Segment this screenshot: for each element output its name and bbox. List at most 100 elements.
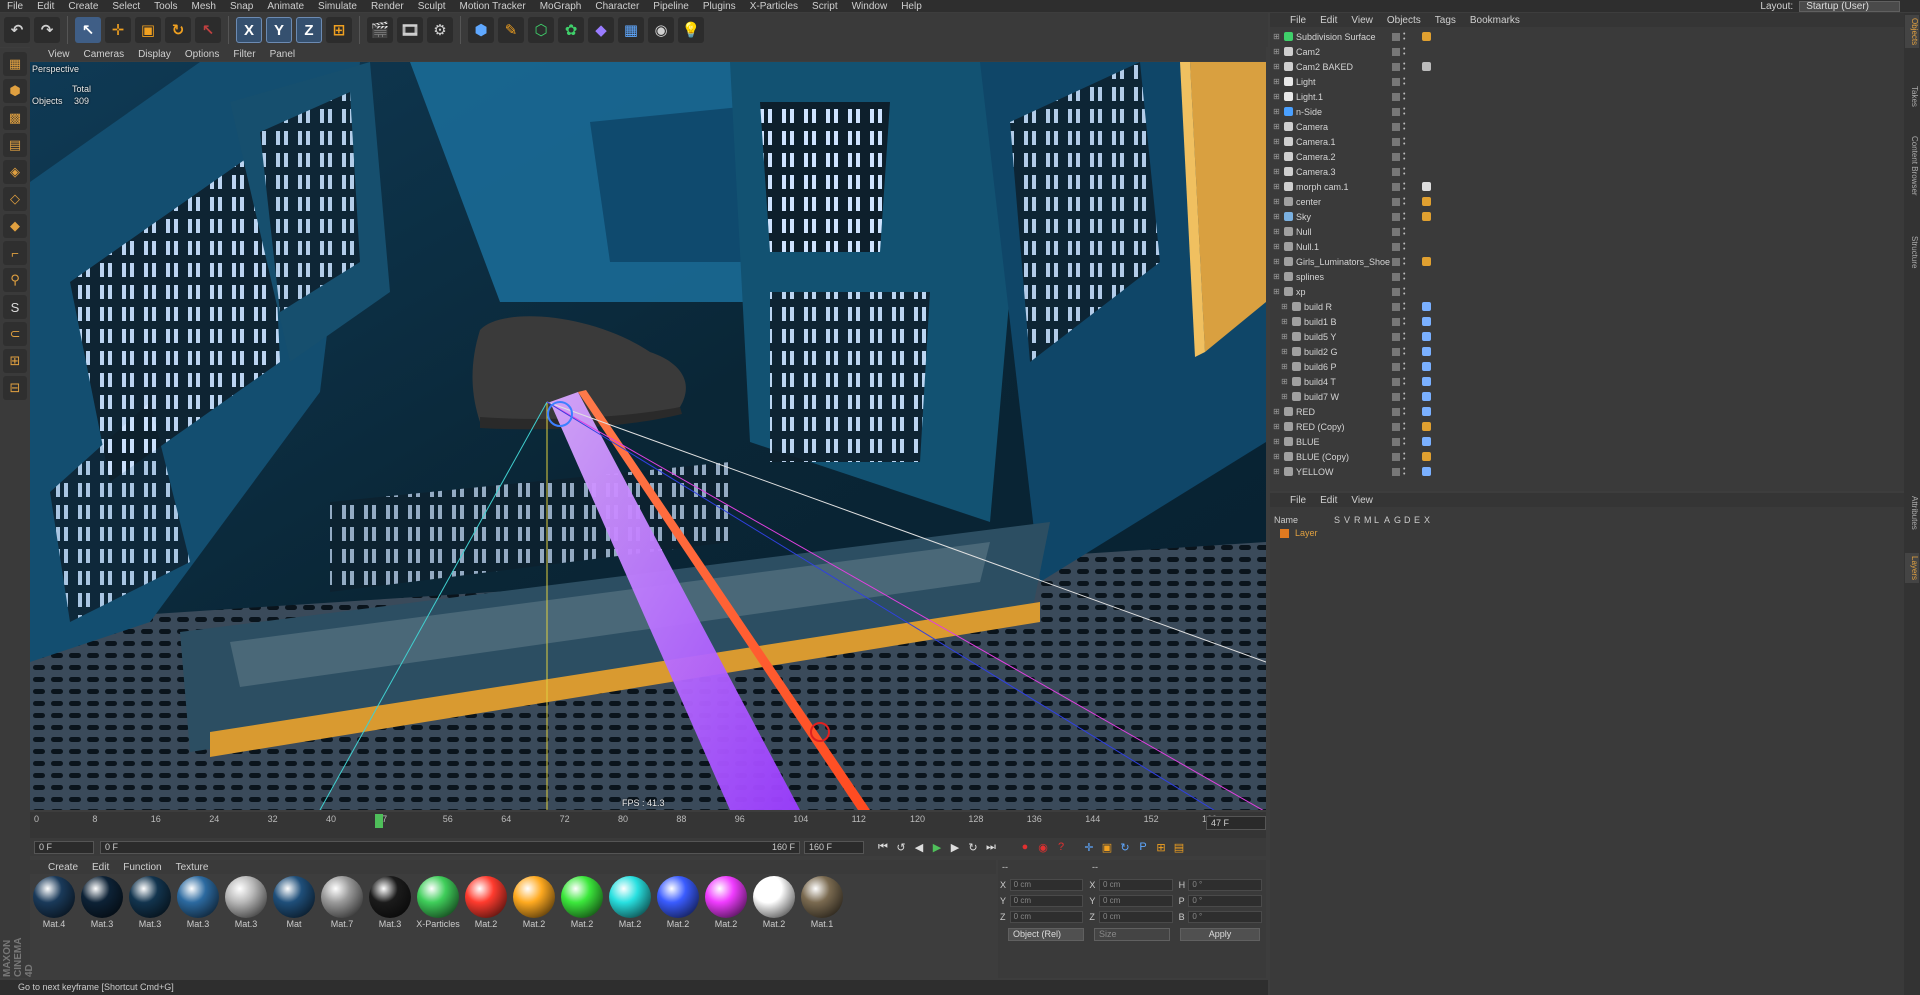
menu-item-character[interactable]: Character [588,1,646,12]
menu-item-simulate[interactable]: Simulate [311,1,364,12]
object-row[interactable]: ⊞ morph cam.1 • • [1270,179,1904,194]
object-name[interactable]: build4 T [1304,377,1336,387]
material-preview[interactable] [177,876,219,918]
object-row[interactable]: ⊞ Cam2 BAKED • • [1270,59,1904,74]
make-editable-icon[interactable]: ▦ [3,52,27,76]
menu-item-x-particles[interactable]: X-Particles [743,1,805,12]
object-name[interactable]: RED [1296,407,1315,417]
material-swatch[interactable]: Mat.3 [80,876,124,976]
expand-icon[interactable]: ⊞ [1281,317,1288,326]
material-swatch[interactable]: Mat.3 [368,876,412,976]
material-preview[interactable] [753,876,795,918]
redo-icon[interactable]: ↷ [34,17,60,43]
side-tab-structure[interactable]: Structure [1905,233,1919,271]
object-row[interactable]: ⊞ RED • • [1270,404,1904,419]
material-swatch[interactable]: Mat.2 [464,876,508,976]
timeline-ruler[interactable]: 0816243240475664728088961041121201281361… [30,812,1266,838]
visibility-dots[interactable]: • • [1403,61,1408,73]
visibility-dots[interactable]: • • [1403,31,1408,43]
visibility-dots[interactable]: • • [1403,76,1408,88]
layer-name[interactable]: Layer [1295,528,1335,538]
material-preview[interactable] [561,876,603,918]
expand-icon[interactable]: ⊞ [1273,197,1280,206]
object-tag-icon[interactable] [1422,347,1431,356]
expand-icon[interactable]: ⊞ [1273,212,1280,221]
side-tab-layers[interactable]: Layers [1905,553,1919,584]
object-name[interactable]: xp [1296,287,1306,297]
layout-select[interactable]: Startup (User) [1799,0,1900,12]
object-row[interactable]: ⊞ Sky • • [1270,209,1904,224]
menu-item-sculpt[interactable]: Sculpt [411,1,453,12]
layer-menu-view[interactable]: View [1351,495,1373,506]
object-row[interactable]: ⊞ Light • • [1270,74,1904,89]
tweak-mode-icon[interactable]: ⚲ [3,268,27,292]
layer-checkbox[interactable] [1392,167,1400,176]
expand-icon[interactable]: ⊞ [1273,152,1280,161]
material-swatch[interactable]: Mat.2 [608,876,652,976]
playhead[interactable] [375,814,384,828]
material-preview[interactable] [321,876,363,918]
material-swatch[interactable]: Mat.2 [512,876,556,976]
layer-checkbox[interactable] [1392,182,1400,191]
layer-checkbox[interactable] [1392,197,1400,206]
menu-item-help[interactable]: Help [894,1,929,12]
object-row[interactable]: ⊞ xp • • [1270,284,1904,299]
material-swatch[interactable]: Mat.3 [224,876,268,976]
object-tag-icon[interactable] [1422,302,1431,311]
expand-icon[interactable]: ⊞ [1273,422,1280,431]
object-tag-icon[interactable] [1422,212,1431,221]
visibility-dots[interactable]: • • [1403,331,1408,343]
subdivision-generator-icon[interactable]: ⬡ [528,17,554,43]
side-tab-takes[interactable]: Takes [1905,83,1919,110]
scale-key-icon[interactable]: ▣ [1098,839,1116,855]
material-preview[interactable] [609,876,651,918]
object-tag-icon[interactable] [1422,467,1431,476]
material-swatch[interactable]: Mat.2 [704,876,748,976]
b-rotation-field[interactable]: 0 ° [1188,911,1262,923]
object-name[interactable]: center [1296,197,1321,207]
layer-checkbox[interactable] [1392,422,1400,431]
menu-item-plugins[interactable]: Plugins [696,1,743,12]
expand-icon[interactable]: ⊞ [1273,62,1280,71]
light-icon[interactable]: 💡 [678,17,704,43]
object-tag-icon[interactable] [1422,62,1431,71]
viewport-menu-cameras[interactable]: Cameras [84,49,125,60]
layer-checkbox[interactable] [1392,392,1400,401]
start-frame-field[interactable]: 0 F [34,840,94,854]
visibility-dots[interactable]: • • [1403,196,1408,208]
rotate-tool-icon[interactable]: ↻ [165,17,191,43]
object-tag-icon[interactable] [1422,422,1431,431]
object-row[interactable]: ⊞ Girls_Luminators_Shoe • • [1270,254,1904,269]
material-preview[interactable] [417,876,459,918]
layer-checkbox[interactable] [1392,107,1400,116]
layer-checkbox[interactable] [1392,362,1400,371]
object-name[interactable]: Subdivision Surface [1296,32,1376,42]
layer-menu-file[interactable]: File [1290,495,1306,506]
object-tag-icon[interactable] [1422,407,1431,416]
scale-tool-icon[interactable]: ▣ [135,17,161,43]
expand-icon[interactable]: ⊞ [1273,167,1280,176]
layer-checkbox[interactable] [1392,77,1400,86]
layer-checkbox[interactable] [1392,287,1400,296]
menu-item-window[interactable]: Window [845,1,895,12]
material-swatch[interactable]: X-Particles [416,876,460,976]
prev-key-icon[interactable]: ↺ [892,839,910,855]
expand-icon[interactable]: ⊞ [1273,32,1280,41]
expand-icon[interactable]: ⊞ [1273,182,1280,191]
material-swatch[interactable]: Mat.2 [560,876,604,976]
menu-item-render[interactable]: Render [364,1,411,12]
z-size-field[interactable]: 0 cm [1099,911,1173,923]
material-swatch[interactable]: Mat.4 [32,876,76,976]
x-position-field[interactable]: 0 cm [1009,879,1084,891]
layer-checkbox[interactable] [1392,242,1400,251]
expand-icon[interactable]: ⊞ [1281,332,1288,341]
object-tag-icon[interactable] [1422,437,1431,446]
keyframe-selection-icon[interactable]: ? [1052,839,1070,855]
object-row[interactable]: ⊞ build7 W • • [1270,389,1904,404]
object-row[interactable]: ⊞ build2 G • • [1270,344,1904,359]
workplane-icon[interactable]: ▤ [3,133,27,157]
x-axis-lock-icon[interactable]: X [236,17,262,43]
object-name[interactable]: Camera.3 [1296,167,1336,177]
side-tab-attributes[interactable]: Attributes [1905,493,1919,533]
material-swatch[interactable]: Mat.2 [752,876,796,976]
